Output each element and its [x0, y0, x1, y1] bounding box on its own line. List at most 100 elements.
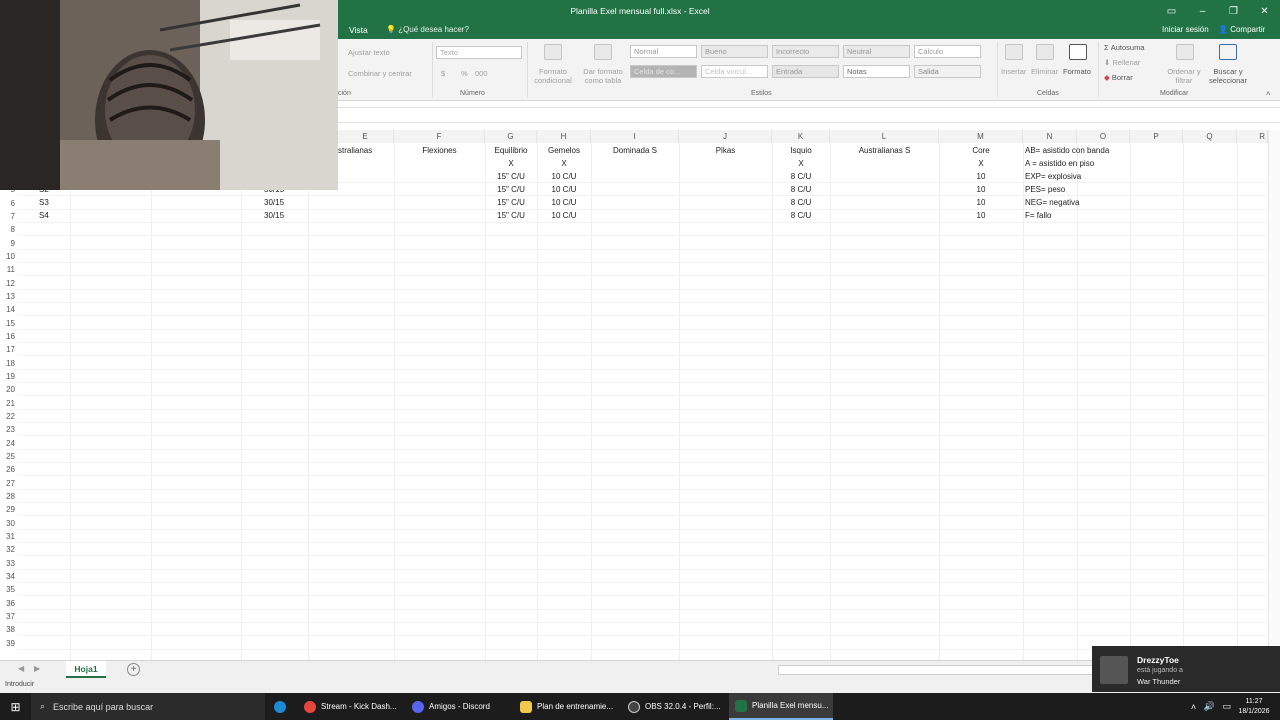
- percent-button[interactable]: %: [461, 69, 468, 78]
- currency-button[interactable]: $: [441, 69, 445, 78]
- row-header[interactable]: 6: [0, 197, 18, 210]
- style-notes[interactable]: Notas: [843, 65, 910, 78]
- cell-g-header[interactable]: Equilibrio: [485, 144, 537, 157]
- row-header[interactable]: 25: [0, 450, 18, 463]
- row-header[interactable]: 8: [0, 223, 18, 236]
- row-header[interactable]: 18: [0, 357, 18, 370]
- style-linked-cell[interactable]: Celda vincul...: [701, 65, 768, 78]
- style-check-cell[interactable]: Celda de co...: [630, 65, 697, 78]
- row-header[interactable]: 36: [0, 597, 18, 610]
- row-header[interactable]: 38: [0, 623, 18, 636]
- clock[interactable]: 11:27 18/1/2026: [1236, 693, 1272, 720]
- cell-m-header[interactable]: Core: [939, 144, 1023, 157]
- cell-l-header[interactable]: Australianas S: [830, 144, 939, 157]
- tab-vista[interactable]: Vista: [349, 25, 368, 35]
- cell-g-data[interactable]: 15" C/U: [485, 183, 537, 196]
- row-header[interactable]: 13: [0, 290, 18, 303]
- network-icon[interactable]: ▭: [1223, 701, 1232, 712]
- column-header-p[interactable]: P: [1130, 130, 1183, 143]
- column-header-r[interactable]: R: [1237, 130, 1268, 143]
- conditional-format-button[interactable]: Formato condicional: [531, 67, 575, 85]
- row-header[interactable]: 9: [0, 237, 18, 250]
- cell-a-data[interactable]: S4: [39, 209, 49, 222]
- format-table-button[interactable]: Dar formato como tabla: [579, 67, 627, 85]
- row-header[interactable]: 12: [0, 277, 18, 290]
- column-header-o[interactable]: O: [1077, 130, 1130, 143]
- taskbar-search[interactable]: ⌕ Escribe aquí para buscar: [31, 693, 265, 720]
- cell-k-x[interactable]: X: [772, 157, 830, 170]
- cell-m-data[interactable]: 10: [939, 196, 1023, 209]
- chevron-up-icon[interactable]: ˄: [1191, 702, 1196, 712]
- cell-n-header[interactable]: AB= asistido con banda: [1025, 144, 1109, 157]
- maximize-button[interactable]: ❐: [1218, 0, 1249, 22]
- row-header[interactable]: 33: [0, 557, 18, 570]
- column-header-i[interactable]: I: [591, 130, 679, 143]
- row-header[interactable]: 39: [0, 637, 18, 650]
- row-header[interactable]: 19: [0, 370, 18, 383]
- row-header[interactable]: 27: [0, 477, 18, 490]
- edge-icon[interactable]: [270, 693, 290, 720]
- next-sheet-icon[interactable]: ▶: [34, 664, 40, 673]
- taskbar-app[interactable]: Stream - Kick Dash...: [298, 693, 402, 720]
- style-neutral[interactable]: Neutral: [843, 45, 910, 58]
- delete-button[interactable]: Eliminar: [1031, 67, 1058, 76]
- taskbar-app[interactable]: Amigos - Discord: [406, 693, 510, 720]
- sheet-tab-hoja1[interactable]: Hoja1: [66, 661, 106, 678]
- row-header[interactable]: 15: [0, 317, 18, 330]
- cell-n-data[interactable]: F= fallo: [1025, 209, 1051, 222]
- vertical-scrollbar[interactable]: [1268, 130, 1280, 660]
- notification-toast[interactable]: DrezzyToe está jugando a War Thunder: [1092, 646, 1280, 692]
- cell-e-header[interactable]: stralianas: [338, 144, 394, 157]
- column-header-j[interactable]: J: [679, 130, 772, 143]
- row-header[interactable]: 16: [0, 330, 18, 343]
- cell-m-x[interactable]: X: [939, 157, 1023, 170]
- clear-button[interactable]: ◆ Borrar: [1104, 73, 1133, 82]
- row-header[interactable]: 30: [0, 517, 18, 530]
- insert-button[interactable]: Insertar: [1001, 67, 1026, 76]
- column-header-m[interactable]: M: [939, 130, 1023, 143]
- tell-me-box[interactable]: 💡 ¿Qué desea hacer?: [386, 25, 469, 34]
- cell-k-header[interactable]: Isquio: [772, 144, 830, 157]
- thousands-button[interactable]: 000: [475, 69, 488, 78]
- wrap-text-button[interactable]: Ajustar texto: [348, 48, 390, 57]
- cell-n-x[interactable]: A = asistido en piso: [1025, 157, 1094, 170]
- cell-n-data[interactable]: NEG= negativa: [1025, 196, 1079, 209]
- column-header-h[interactable]: H: [537, 130, 591, 143]
- autosum-button[interactable]: Σ Autosuma: [1104, 43, 1145, 52]
- style-calc[interactable]: Cálculo: [914, 45, 981, 58]
- fill-button[interactable]: ⬇ Rellenar: [1104, 58, 1140, 67]
- cell-h-data[interactable]: 10 C/U: [537, 209, 591, 222]
- style-good[interactable]: Bueno: [701, 45, 768, 58]
- row-header[interactable]: 29: [0, 503, 18, 516]
- cell-k-data[interactable]: 8 C/U: [772, 183, 830, 196]
- cell-k-data[interactable]: 8 C/U: [772, 209, 830, 222]
- row-header[interactable]: 34: [0, 570, 18, 583]
- row-header[interactable]: 14: [0, 303, 18, 316]
- sort-filter-button[interactable]: Ordenar y filtrar: [1166, 67, 1202, 85]
- cell-h-x[interactable]: X: [537, 157, 591, 170]
- ribbon-display-icon[interactable]: ▭: [1156, 0, 1187, 22]
- cell-d-data[interactable]: 30/15: [264, 209, 284, 222]
- row-header[interactable]: 20: [0, 383, 18, 396]
- row-header[interactable]: 35: [0, 583, 18, 596]
- cell-m-data[interactable]: 10: [939, 209, 1023, 222]
- column-header-q[interactable]: Q: [1183, 130, 1237, 143]
- cell-h-data[interactable]: 10 C/U: [537, 183, 591, 196]
- cell-j-header[interactable]: Pikas: [679, 144, 772, 157]
- style-input[interactable]: Entrada: [772, 65, 839, 78]
- cell-f-header[interactable]: Flexiones: [394, 144, 485, 157]
- volume-icon[interactable]: 🔊: [1204, 701, 1215, 712]
- taskbar-app[interactable]: Plan de entrenamie...: [514, 693, 618, 720]
- collapse-ribbon-icon[interactable]: ˄: [1266, 89, 1270, 98]
- column-header-k[interactable]: K: [772, 130, 830, 143]
- cell-m-data[interactable]: 10: [939, 183, 1023, 196]
- format-button[interactable]: Formato: [1063, 67, 1091, 76]
- spreadsheet-grid[interactable]: E F G H I J K L M N O P Q R stralianas F…: [0, 130, 1268, 660]
- row-header[interactable]: 26: [0, 463, 18, 476]
- column-header-f[interactable]: F: [394, 130, 485, 143]
- cell-g-x[interactable]: X: [485, 157, 537, 170]
- start-button[interactable]: ⊞: [0, 693, 31, 720]
- add-sheet-icon[interactable]: +: [127, 663, 140, 676]
- cell-h-header[interactable]: Gemelos: [537, 144, 591, 157]
- share-button[interactable]: 👤 Compartir: [1218, 25, 1265, 34]
